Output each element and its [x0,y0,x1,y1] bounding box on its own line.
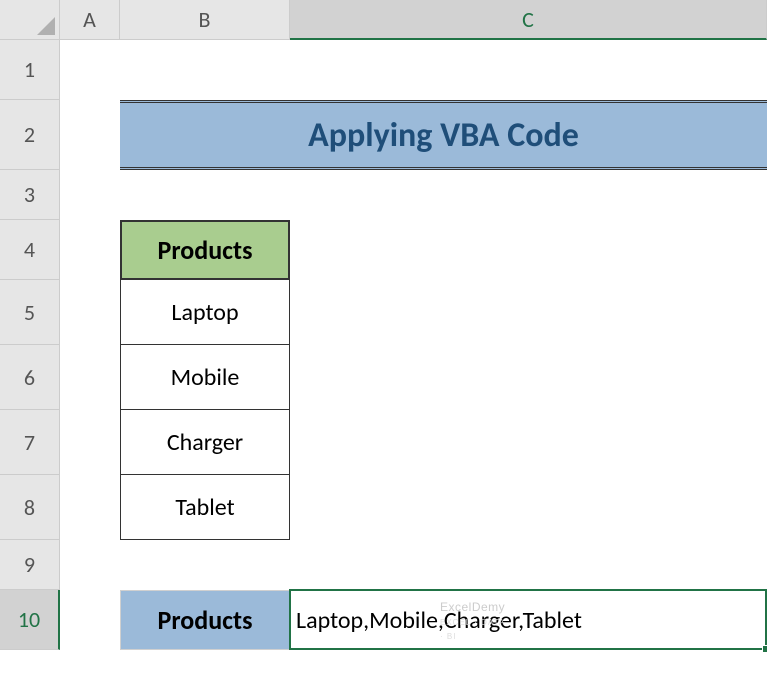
products-header-cell[interactable]: Products [120,220,290,280]
product-cell-2[interactable]: Mobile [120,345,290,410]
spreadsheet-grid: A B C 1 2 3 4 5 6 7 8 9 10 Applying VBA … [0,0,767,699]
title-cell[interactable]: Applying VBA Code [120,100,767,170]
products-label-b10[interactable]: Products [120,590,290,650]
col-header-c[interactable]: C [290,0,767,40]
result-cell-c10[interactable]: Laptop,Mobile,Charger,Tablet [290,590,767,650]
row-header-5[interactable]: 5 [0,280,60,345]
row-header-6[interactable]: 6 [0,345,60,410]
row-header-7[interactable]: 7 [0,410,60,475]
product-cell-4[interactable]: Tablet [120,475,290,540]
row-header-8[interactable]: 8 [0,475,60,540]
col-header-b[interactable]: B [120,0,290,40]
col-header-a[interactable]: A [60,0,120,40]
row-headers: 1 2 3 4 5 6 7 8 9 10 [0,40,60,650]
product-cell-1[interactable]: Laptop [120,280,290,345]
row-header-9[interactable]: 9 [0,540,60,590]
column-headers: A B C [60,0,767,40]
row-header-4[interactable]: 4 [0,220,60,280]
row-header-3[interactable]: 3 [0,170,60,220]
row-header-1[interactable]: 1 [0,40,60,100]
product-cell-3[interactable]: Charger [120,410,290,475]
row-header-10[interactable]: 10 [0,590,60,650]
row-header-2[interactable]: 2 [0,100,60,170]
select-all-corner[interactable] [0,0,60,40]
fill-handle[interactable] [762,645,767,653]
